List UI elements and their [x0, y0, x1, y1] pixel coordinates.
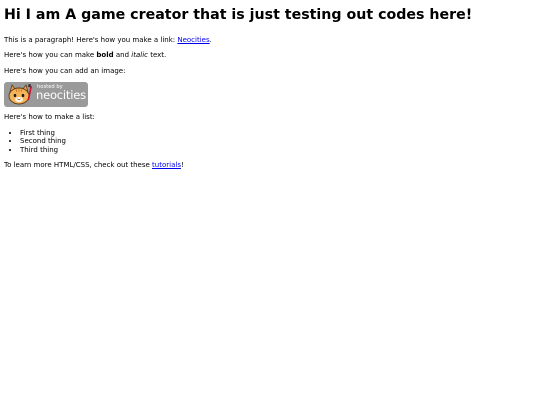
formatting-middle: and	[113, 51, 132, 60]
list-item: First thing	[20, 129, 534, 138]
page-content: Hi I am A game creator that is just test…	[4, 7, 534, 177]
tutorials-prefix: To learn more HTML/CSS, check out these	[4, 161, 153, 170]
list-item: Second thing	[20, 137, 534, 146]
paragraph-formatting: Here's how you can make bold and italic …	[4, 51, 534, 60]
paragraph-tutorials: To learn more HTML/CSS, check out these …	[4, 161, 534, 170]
italic-text: italic	[131, 51, 148, 60]
paragraph-list-intro: Here's how to make a list:	[4, 113, 95, 122]
paragraph-link-suffix: .	[209, 36, 212, 45]
paragraph-link-text: This is a paragraph! Here's how you make…	[4, 36, 178, 45]
paragraph-image-intro: Here's how you can add an image:	[4, 66, 126, 75]
tutorials-suffix: !	[180, 161, 184, 170]
bold-text: bold	[96, 51, 114, 60]
neocities-link[interactable]: Neocities	[177, 36, 209, 44]
tutorials-link[interactable]: tutorials	[152, 161, 181, 169]
example-list: First thing Second thing Third thing	[4, 129, 534, 155]
badge-neocities-text: neocities	[36, 88, 86, 103]
paragraph-link: This is a paragraph! Here's how you make…	[4, 36, 534, 45]
page-heading: Hi I am A game creator that is just test…	[4, 7, 473, 23]
hosted-by-neocities-image: hosted by neocities	[4, 81, 88, 107]
formatting-suffix: text.	[147, 51, 167, 60]
neocities-cat-icon	[8, 83, 33, 105]
formatting-prefix: Here's how you can make	[4, 51, 97, 60]
list-item: Third thing	[20, 146, 534, 155]
